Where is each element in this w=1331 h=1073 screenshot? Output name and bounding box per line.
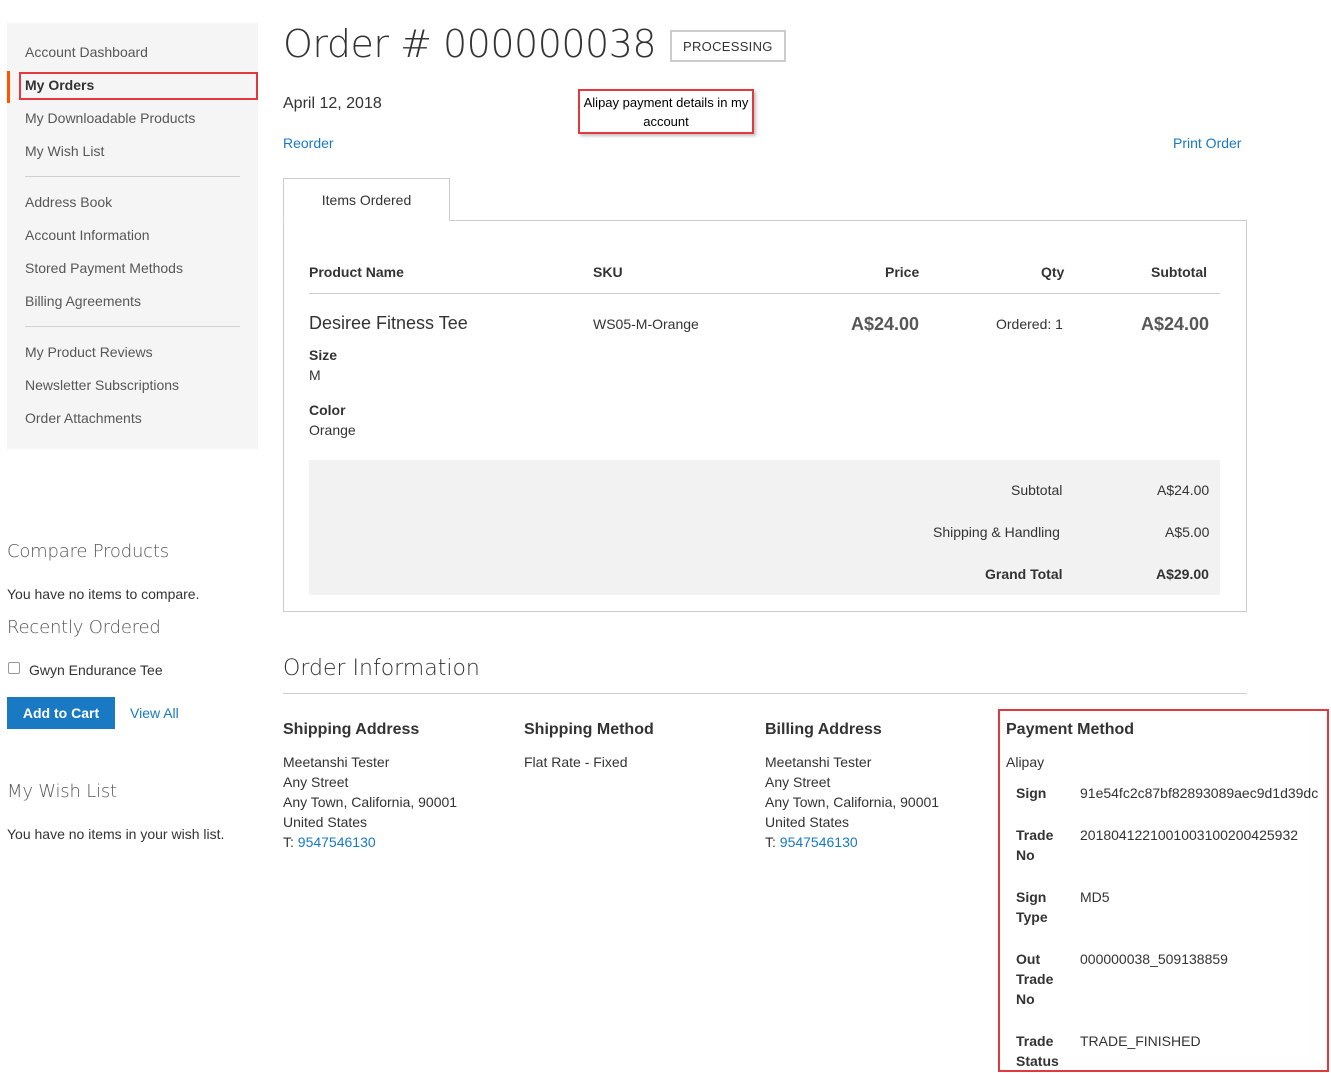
totals-subtotal-label: Subtotal	[1011, 482, 1063, 498]
table-header-divider	[309, 293, 1220, 294]
order-information-divider	[283, 693, 1247, 694]
nav-billing-agreements[interactable]: Billing Agreements	[25, 293, 141, 309]
payment-field-label: Trade Status	[1016, 1033, 1059, 1069]
option-value-size: M	[309, 367, 321, 383]
payment-field-label: Sign Type	[1016, 889, 1048, 925]
nav-divider	[25, 326, 240, 327]
nav-newsletter-subscriptions[interactable]: Newsletter Subscriptions	[25, 377, 179, 393]
order-date: April 12, 2018	[283, 95, 382, 112]
order-totals	[309, 460, 1220, 595]
billing-address-title: Billing Address	[765, 721, 882, 738]
col-header-product-name: Product Name	[309, 264, 404, 280]
tab-items-ordered[interactable]: Items Ordered	[283, 178, 450, 221]
compare-products-title: Compare Products	[7, 541, 169, 562]
payment-field-value: 91e54fc2c87bf82893089aec9d1d39dc	[1080, 785, 1319, 801]
payment-field-value: TRADE_FINISHED	[1080, 1033, 1201, 1049]
recent-item-name[interactable]: Gwyn Endurance Tee	[29, 662, 163, 678]
shipping-address-line: Any Town, California, 90001	[283, 794, 458, 810]
recent-item-checkbox[interactable]	[8, 662, 20, 674]
product-qty: Ordered: 1	[996, 316, 1063, 332]
print-order-link[interactable]: Print Order	[1173, 135, 1241, 151]
totals-grand-total-value: A$29.00	[1156, 566, 1209, 582]
my-orders-highlight-box	[19, 72, 258, 100]
nav-my-wish-list[interactable]: My Wish List	[25, 143, 104, 159]
payment-method-title: Payment Method	[1006, 721, 1135, 738]
billing-address-line: Any Street	[765, 774, 831, 790]
billing-phone-link[interactable]: 9547546130	[780, 834, 858, 850]
status-badge: PROCESSING	[670, 30, 786, 62]
recently-ordered-title: Recently Ordered	[7, 617, 161, 638]
nav-my-product-reviews[interactable]: My Product Reviews	[25, 344, 153, 360]
shipping-phone-link[interactable]: 9547546130	[298, 834, 376, 850]
nav-my-downloadable-products[interactable]: My Downloadable Products	[25, 110, 195, 126]
shipping-method-value: Flat Rate - Fixed	[524, 754, 628, 770]
billing-address-line: United States	[765, 814, 850, 830]
nav-account-dashboard[interactable]: Account Dashboard	[25, 44, 148, 60]
option-value-color: Orange	[309, 422, 356, 438]
phone-prefix: T:	[765, 834, 780, 850]
shipping-address-title: Shipping Address	[283, 721, 420, 738]
option-label-color: Color	[309, 402, 346, 418]
shipping-address-line: Meetanshi Tester	[283, 754, 390, 770]
shipping-method-title: Shipping Method	[524, 721, 654, 738]
col-header-subtotal: Subtotal	[1151, 264, 1207, 280]
phone-prefix: T:	[283, 834, 298, 850]
col-header-sku: SKU	[593, 264, 623, 280]
shipping-address-line: United States	[283, 814, 368, 830]
nav-divider	[25, 176, 240, 177]
nav-current-indicator	[7, 71, 10, 103]
wishlist-title: My Wish List	[7, 781, 117, 802]
totals-shipping-value: A$5.00	[1165, 524, 1210, 540]
shipping-phone-line: T: 9547546130	[283, 832, 457, 852]
product-sku: WS05-M-Orange	[593, 316, 699, 332]
order-information-title: Order Information	[283, 656, 480, 681]
shipping-address: Meetanshi Tester Any Street Any Town, Ca…	[283, 752, 457, 852]
totals-shipping-label: Shipping & Handling	[933, 524, 1060, 540]
billing-address-line: Meetanshi Tester	[765, 754, 872, 770]
compare-empty-text: You have no items to compare.	[7, 586, 200, 602]
product-price: A$24.00	[851, 314, 920, 334]
payment-field-label: Sign	[1016, 785, 1047, 801]
billing-phone-line: T: 9547546130	[765, 832, 939, 852]
view-all-link[interactable]: View All	[130, 705, 179, 721]
totals-subtotal-value: A$24.00	[1157, 482, 1210, 498]
nav-account-information[interactable]: Account Information	[25, 227, 150, 243]
payment-field-label: Trade No	[1016, 827, 1054, 863]
payment-field-value: 000000038_509138859	[1080, 951, 1228, 967]
payment-method-name: Alipay	[1006, 754, 1045, 770]
payment-field-label: Out Trade No	[1016, 951, 1054, 1007]
add-to-cart-button[interactable]: Add to Cart	[7, 697, 115, 729]
product-subtotal: A$24.00	[1141, 314, 1210, 334]
annotation-callout: Alipay payment details in my account	[578, 89, 754, 134]
page-title: Order # 000000038	[283, 22, 657, 66]
wishlist-empty-text: You have no items in your wish list.	[7, 826, 225, 842]
nav-stored-payment-methods[interactable]: Stored Payment Methods	[25, 260, 183, 276]
reorder-link[interactable]: Reorder	[283, 135, 334, 151]
billing-address: Meetanshi Tester Any Street Any Town, Ca…	[765, 752, 939, 852]
nav-address-book[interactable]: Address Book	[25, 194, 112, 210]
payment-field-value: MD5	[1080, 889, 1110, 905]
col-header-price: Price	[885, 264, 920, 280]
option-label-size: Size	[309, 347, 338, 363]
totals-grand-total-label: Grand Total	[985, 566, 1063, 582]
billing-address-line: Any Town, California, 90001	[765, 794, 940, 810]
shipping-address-line: Any Street	[283, 774, 349, 790]
product-name: Desiree Fitness Tee	[309, 313, 468, 333]
payment-field-value: 2018041221001003100200425932	[1080, 827, 1299, 843]
nav-order-attachments[interactable]: Order Attachments	[25, 410, 142, 426]
col-header-qty: Qty	[1041, 264, 1065, 280]
